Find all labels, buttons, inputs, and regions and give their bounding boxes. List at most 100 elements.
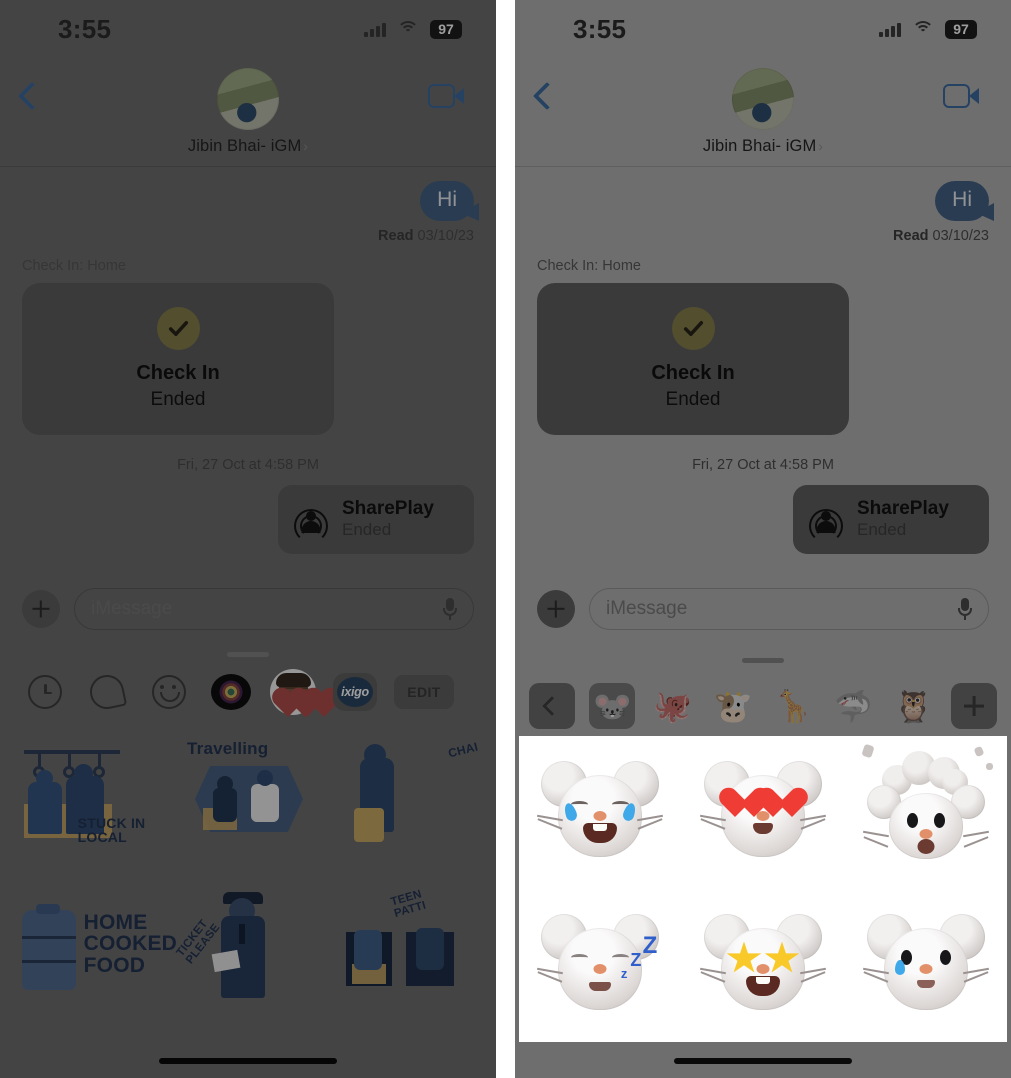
read-receipt: Read 03/10/23 bbox=[537, 228, 989, 244]
add-memoji-button[interactable] bbox=[950, 683, 997, 729]
contact-header[interactable]: Jibin Bhai- iGM › bbox=[0, 68, 496, 156]
shareplay-title: SharePlay bbox=[342, 498, 434, 519]
checkin-label: Check In: Home bbox=[537, 258, 641, 274]
memoji-giraffe-glyph: 🦒 bbox=[773, 688, 813, 724]
memoji-character-owl[interactable]: 🦉 bbox=[891, 683, 937, 729]
contact-header[interactable]: Jibin Bhai- iGM › bbox=[515, 68, 1011, 156]
panel-separator bbox=[496, 0, 515, 1078]
memoji-character-bar: 🐭 🐙 🐮 🦒 🦈 🦉 bbox=[515, 676, 1011, 736]
checkin-status: Ended bbox=[150, 389, 206, 410]
memoji-app[interactable] bbox=[270, 669, 316, 715]
app-drawer: ixigo EDIT STUCK IN LOCAL Travelling CHA… bbox=[0, 646, 496, 1078]
chai-sticker[interactable]: CHAI bbox=[329, 733, 482, 873]
shareplay-icon bbox=[809, 505, 843, 544]
chevron-right-icon: › bbox=[303, 138, 309, 154]
app-drawer-icon-row: ixigo EDIT bbox=[0, 657, 496, 715]
checkin-label: Check In: Home bbox=[22, 258, 126, 274]
battery-indicator: 97 bbox=[945, 19, 977, 39]
memoji-character-mouse[interactable]: 🐭 bbox=[589, 683, 636, 729]
plus-icon[interactable] bbox=[22, 590, 60, 628]
message-bubble[interactable]: Hi bbox=[935, 181, 989, 221]
memoji-octopus-glyph: 🐙 bbox=[653, 688, 692, 724]
checkin-status: Ended bbox=[665, 389, 721, 410]
read-receipt-date: 03/10/23 bbox=[932, 228, 989, 244]
search-input[interactable]: iMessage bbox=[589, 588, 989, 630]
memoji-mouse-glyph: 🐭 bbox=[592, 688, 632, 724]
edit-apps-button[interactable]: EDIT bbox=[394, 675, 454, 709]
teen-patti-sticker[interactable]: TEEN PATTI bbox=[329, 881, 482, 1021]
memoji-character-cow[interactable]: 🐮 bbox=[710, 683, 756, 729]
facetime-video-icon[interactable] bbox=[943, 84, 979, 108]
memoji-shark-glyph: 🦈 bbox=[834, 688, 873, 724]
conversation-navbar: Jibin Bhai- iGM › bbox=[515, 58, 1011, 166]
ixigo-app-label: ixigo bbox=[337, 677, 373, 707]
plus-icon[interactable] bbox=[537, 590, 575, 628]
chevron-right-icon: › bbox=[818, 138, 824, 154]
imessage-placeholder: iMessage bbox=[91, 598, 173, 619]
checkin-card[interactable]: Check In Ended bbox=[22, 283, 334, 435]
checkin-title: Check In bbox=[136, 362, 220, 384]
avatar bbox=[217, 68, 279, 130]
stuck-in-local-sticker[interactable]: STUCK IN LOCAL bbox=[14, 733, 167, 873]
memoji-sticker-heart-eyes[interactable]: heart eyes bbox=[699, 749, 827, 877]
message-timestamp: Fri, 27 Oct at 4:58 PM bbox=[692, 457, 834, 473]
outgoing-message-row: Hi bbox=[537, 181, 989, 221]
microphone-icon[interactable] bbox=[443, 598, 457, 620]
drawer-grabber-handle[interactable] bbox=[742, 658, 784, 663]
outgoing-message-row: Hi bbox=[22, 181, 474, 221]
home-indicator[interactable] bbox=[674, 1058, 852, 1064]
shareplay-icon bbox=[294, 505, 328, 544]
recents-clock-app[interactable] bbox=[22, 669, 68, 715]
read-receipt-label: Read bbox=[893, 228, 929, 244]
sticker-caption: TEEN PATTI bbox=[389, 888, 428, 920]
sticker-caption: HOME COOKED FOOD bbox=[83, 911, 178, 977]
checkin-card[interactable]: Check In Ended bbox=[537, 283, 849, 435]
microphone-icon[interactable] bbox=[958, 598, 972, 620]
message-input-bar: iMessage bbox=[0, 572, 496, 646]
shareplay-title: SharePlay bbox=[857, 498, 949, 519]
shareplay-card[interactable]: SharePlay Ended bbox=[278, 485, 474, 555]
read-receipt-date: 03/10/23 bbox=[417, 228, 474, 244]
memoji-character-octopus[interactable]: 🐙 bbox=[650, 683, 696, 729]
search-input[interactable]: iMessage bbox=[74, 588, 474, 630]
wifi-icon bbox=[397, 21, 419, 37]
travelling-sticker[interactable]: Travelling bbox=[171, 733, 324, 873]
cellular-bars-icon bbox=[364, 22, 386, 37]
music-app[interactable] bbox=[208, 669, 254, 715]
sticker-caption: STUCK IN LOCAL bbox=[77, 815, 146, 846]
memoji-bar-back-button[interactable] bbox=[529, 683, 575, 729]
contact-name-text: Jibin Bhai- iGM bbox=[187, 137, 302, 155]
memoji-character-giraffe[interactable]: 🦒 bbox=[770, 683, 816, 729]
message-input-bar: iMessage bbox=[515, 572, 1011, 646]
status-bar: 3:55 97 bbox=[515, 0, 1011, 58]
ixigo-app[interactable]: ixigo bbox=[332, 669, 378, 715]
memoji-sticker-sleeping[interactable]: sleeping ZZz bbox=[536, 902, 664, 1030]
avatar bbox=[732, 68, 794, 130]
shareplay-card[interactable]: SharePlay Ended bbox=[793, 485, 989, 555]
dual-screenshot-stage: 3:55 97 Jibin Bhai- iGM › Hi Read 03/10/… bbox=[0, 0, 1011, 1078]
status-clock: 3:55 bbox=[58, 13, 112, 44]
memoji-sticker-star-struck[interactable]: star struck bbox=[699, 902, 827, 1030]
memoji-owl-glyph: 🦉 bbox=[894, 688, 933, 724]
checkmark-circle-icon bbox=[156, 307, 200, 350]
contact-name-text: Jibin Bhai- iGM bbox=[702, 137, 817, 155]
checkmark-circle-icon bbox=[671, 307, 715, 350]
status-indicators: 97 bbox=[364, 19, 462, 39]
memoji-sticker-crying[interactable]: crying bbox=[862, 902, 990, 1030]
memoji-cow-glyph: 🐮 bbox=[713, 688, 753, 724]
memoji-sticker-laughing-tears[interactable]: laughing with tears bbox=[536, 749, 664, 877]
shareplay-status: Ended bbox=[342, 520, 392, 540]
memoji-character-shark[interactable]: 🦈 bbox=[830, 683, 876, 729]
emoji-app[interactable] bbox=[146, 669, 192, 715]
home-indicator[interactable] bbox=[159, 1058, 337, 1064]
memoji-sticker-mind-blown[interactable]: mind blown bbox=[861, 743, 993, 877]
message-list: Hi Read 03/10/23 Check In: Home Check In… bbox=[515, 167, 1011, 555]
ticket-please-sticker[interactable]: TICKET PLEASE bbox=[171, 881, 324, 1021]
message-bubble[interactable]: Hi bbox=[420, 181, 474, 221]
wifi-icon bbox=[912, 21, 934, 37]
stickers-app[interactable] bbox=[84, 669, 130, 715]
conversation-navbar: Jibin Bhai- iGM › bbox=[0, 58, 496, 166]
shareplay-status: Ended bbox=[857, 520, 907, 540]
home-cooked-food-sticker[interactable]: HOME COOKED FOOD bbox=[14, 881, 178, 1021]
facetime-video-icon[interactable] bbox=[428, 84, 464, 108]
